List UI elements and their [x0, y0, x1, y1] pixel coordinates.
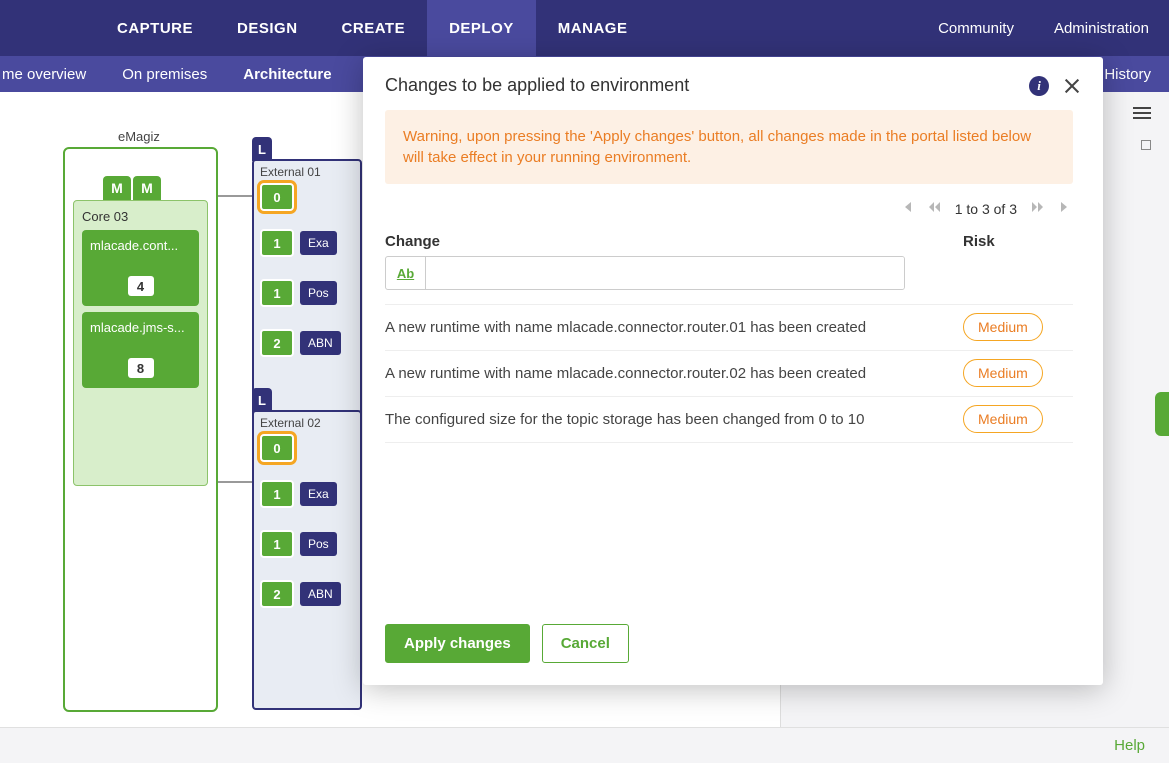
change-row[interactable]: A new runtime with name mlacade.connecto… — [385, 350, 1073, 396]
m-tag-2[interactable]: M — [133, 176, 161, 200]
runtime-badge[interactable]: 0 — [260, 434, 294, 462]
modal-title: Changes to be applied to environment — [385, 75, 689, 96]
runtime-label[interactable]: Pos — [300, 281, 337, 305]
runtime-badge[interactable]: 0 — [260, 183, 294, 211]
page-first-icon[interactable] — [899, 200, 913, 217]
page-last-icon[interactable] — [1059, 200, 1073, 217]
column-risk: Risk — [963, 233, 1073, 250]
column-change: Change — [385, 233, 963, 250]
footer: Help — [0, 727, 1169, 763]
runtime-badge[interactable]: 1 — [260, 480, 294, 508]
l-tag[interactable]: L — [252, 137, 272, 161]
filter-mode-button[interactable]: Ab — [386, 257, 426, 289]
change-text: A new runtime with name mlacade.connecto… — [385, 365, 963, 382]
subnav-architecture[interactable]: Architecture — [225, 66, 349, 83]
core-title: Core 03 — [82, 209, 199, 224]
top-link-administration[interactable]: Administration — [1034, 0, 1169, 56]
hamburger-icon[interactable] — [1133, 106, 1151, 125]
page-next-icon[interactable] — [1031, 200, 1045, 217]
runtime-badge[interactable]: 2 — [260, 580, 294, 608]
risk-badge: Medium — [963, 313, 1043, 341]
tab-capture[interactable]: CAPTURE — [95, 0, 215, 56]
risk-badge: Medium — [963, 359, 1043, 387]
changes-modal: Changes to be applied to environment i W… — [363, 57, 1103, 685]
expand-icon[interactable] — [1141, 140, 1151, 150]
runtime-label[interactable]: Pos — [300, 532, 337, 556]
change-row[interactable]: A new runtime with name mlacade.connecto… — [385, 304, 1073, 350]
core-box[interactable]: Core 03 mlacade.cont... 4 mlacade.jms-s.… — [73, 200, 208, 486]
runtime-badge[interactable]: 1 — [260, 530, 294, 558]
close-icon[interactable] — [1063, 77, 1081, 95]
core-item-count: 8 — [128, 358, 154, 378]
core-item-name: mlacade.cont... — [90, 238, 191, 253]
runtime-label[interactable]: Exa — [300, 231, 337, 255]
info-icon[interactable]: i — [1029, 76, 1049, 96]
help-link[interactable]: Help — [1114, 737, 1145, 754]
core-item-jms[interactable]: mlacade.jms-s... 8 — [82, 312, 199, 388]
pagination: 1 to 3 of 3 — [385, 184, 1073, 227]
runtime-badge[interactable]: 2 — [260, 329, 294, 357]
change-filter-input[interactable] — [426, 257, 904, 289]
m-tag-1[interactable]: M — [103, 176, 131, 200]
runtime-label[interactable]: ABN — [300, 331, 341, 355]
runtime-label[interactable]: Exa — [300, 482, 337, 506]
emagiz-label: eMagiz — [118, 129, 160, 144]
core-item-name: mlacade.jms-s... — [90, 320, 191, 335]
tab-create[interactable]: CREATE — [320, 0, 428, 56]
tab-design[interactable]: DESIGN — [215, 0, 320, 56]
runtime-badge[interactable]: 1 — [260, 279, 294, 307]
runtime-label[interactable]: ABN — [300, 582, 341, 606]
risk-badge: Medium — [963, 405, 1043, 433]
warning-banner: Warning, upon pressing the 'Apply change… — [385, 110, 1073, 184]
core-item-connector[interactable]: mlacade.cont... 4 — [82, 230, 199, 306]
change-row[interactable]: The configured size for the topic storag… — [385, 396, 1073, 443]
subnav-onpremises[interactable]: On premises — [104, 66, 225, 83]
page-status: 1 to 3 of 3 — [955, 201, 1017, 217]
external-title: External 02 — [254, 412, 360, 432]
tab-deploy[interactable]: DEPLOY — [427, 0, 536, 56]
top-nav: CAPTURE DESIGN CREATE DEPLOY MANAGE Comm… — [0, 0, 1169, 56]
subnav-overview[interactable]: me overview — [0, 66, 104, 83]
tab-manage[interactable]: MANAGE — [536, 0, 650, 56]
top-link-community[interactable]: Community — [918, 0, 1034, 56]
core-item-count: 4 — [128, 276, 154, 296]
cancel-button[interactable]: Cancel — [542, 624, 629, 663]
page-prev-icon[interactable] — [927, 200, 941, 217]
runtime-badge[interactable]: 1 — [260, 229, 294, 257]
change-text: A new runtime with name mlacade.connecto… — [385, 319, 963, 336]
apply-changes-button[interactable]: Apply changes — [385, 624, 530, 663]
external-title: External 01 — [254, 161, 360, 181]
external-box-2[interactable]: L External 02 0 1 Exa 1 Pos 2 ABN — [252, 410, 362, 710]
side-handle[interactable] — [1155, 392, 1169, 436]
l-tag[interactable]: L — [252, 388, 272, 412]
change-text: The configured size for the topic storag… — [385, 411, 963, 428]
